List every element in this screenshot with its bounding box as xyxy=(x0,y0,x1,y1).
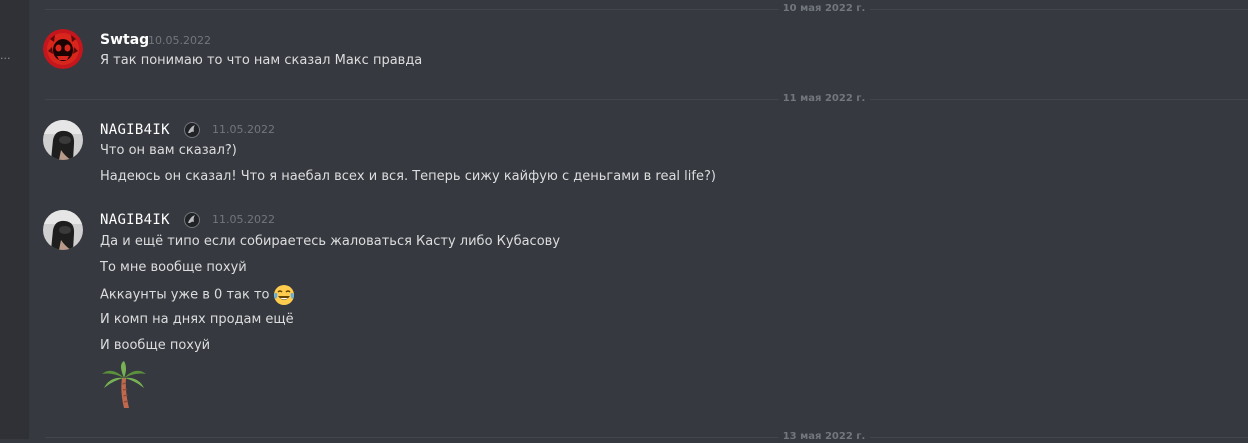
avatar[interactable] xyxy=(43,120,83,160)
palm-tree-emoji-icon xyxy=(102,361,146,408)
message-timestamp: 10.05.2022 xyxy=(148,34,211,47)
joy-emoji-icon xyxy=(273,285,294,305)
message-text: И комп на днях продам ещё xyxy=(100,312,294,327)
message-text: Надеюсь он сказал! Что я наебал всех и в… xyxy=(100,169,716,184)
date-divider xyxy=(45,9,1248,10)
shark-icon xyxy=(184,122,200,138)
message-line: Аккаунты уже в 0 так то xyxy=(100,284,295,306)
shark-icon xyxy=(184,212,200,228)
message-text: Да и ещё типо если собираетесь жаловатьс… xyxy=(100,234,561,249)
red-skull-avatar-icon xyxy=(43,29,83,69)
message-text: Я так понимаю то что нам сказал Макс пра… xyxy=(100,53,423,68)
date-divider-label: 10 мая 2022 г. xyxy=(778,3,870,15)
message-timestamp: 11.05.2022 xyxy=(212,123,275,136)
message-text: То мне вообще похуй xyxy=(100,260,247,275)
message-text: Что он вам сказал?) xyxy=(100,143,237,158)
date-divider xyxy=(45,437,1248,438)
username[interactable]: NAGIB4IK xyxy=(100,121,170,139)
dark-photo-avatar-icon xyxy=(43,210,83,250)
left-sidebar: ... xyxy=(0,0,29,439)
avatar[interactable] xyxy=(43,210,83,250)
date-divider-label: 13 мая 2022 г. xyxy=(778,431,870,443)
date-divider xyxy=(45,99,1248,100)
message-timestamp: 11.05.2022 xyxy=(212,213,275,226)
avatar[interactable] xyxy=(43,29,83,69)
dark-photo-avatar-icon xyxy=(43,120,83,160)
more-dots-icon[interactable]: ... xyxy=(0,49,11,62)
username[interactable]: NAGIB4IK xyxy=(100,211,170,229)
username[interactable]: Swtag xyxy=(100,31,149,49)
message-text: Аккаунты уже в 0 так то xyxy=(100,287,270,303)
message-text: И вообще похуй xyxy=(100,338,211,353)
date-divider-label: 11 мая 2022 г. xyxy=(778,93,870,105)
